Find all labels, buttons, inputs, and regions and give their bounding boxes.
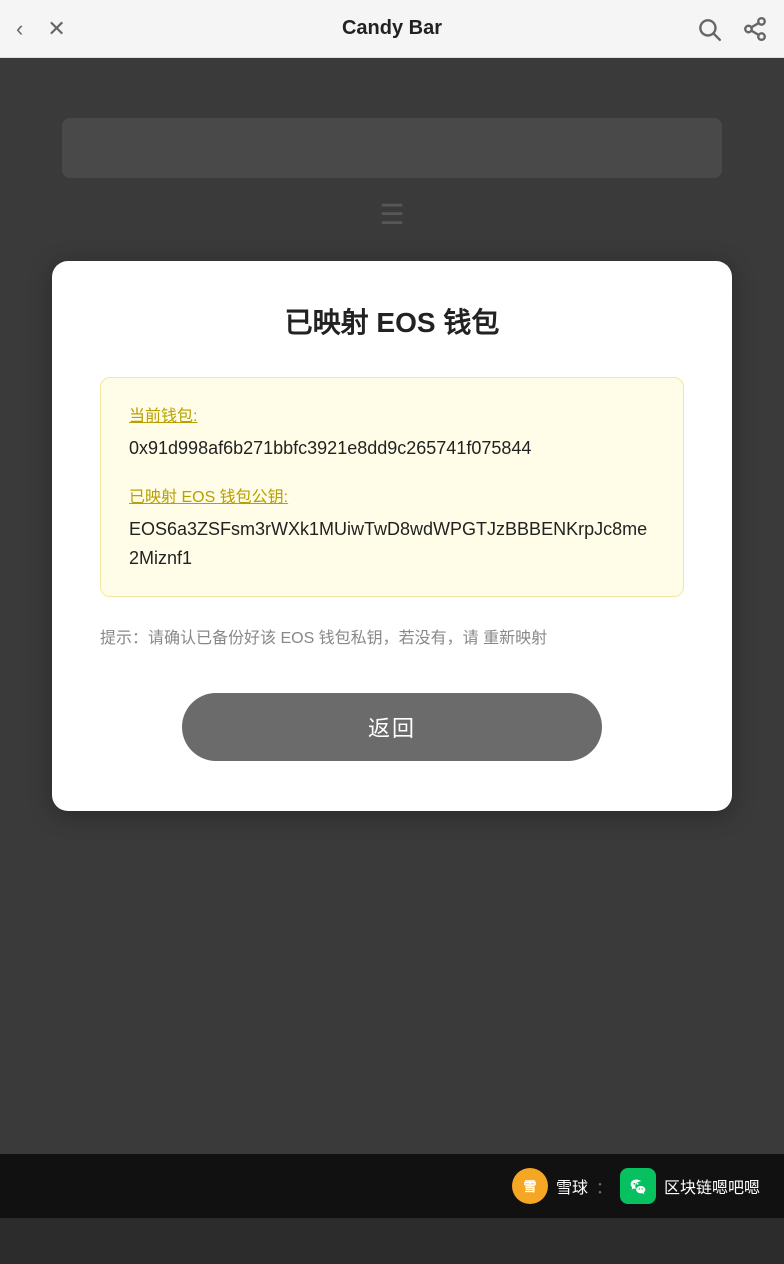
return-button[interactable]: 返回: [182, 693, 602, 761]
main-card: 已映射 EOS 钱包 当前钱包: 0x91d998af6b271bbfc3921…: [52, 261, 732, 811]
dark-background: ☰ 已映射 EOS 钱包 当前钱包: 0x91d998af6b271bbfc39…: [0, 58, 784, 1218]
back-button[interactable]: ‹: [16, 16, 23, 42]
card-title: 已映射 EOS 钱包: [100, 301, 684, 341]
watermark-channel: 区块链嗯吧嗯: [664, 1174, 760, 1198]
xueqiu-icon: 雪: [512, 1168, 548, 1204]
bg-logo: ☰: [379, 198, 404, 231]
close-button[interactable]: ✕: [47, 16, 65, 42]
page-title: Candy Bar: [342, 17, 442, 40]
share-icon[interactable]: [742, 16, 768, 42]
watermark-bar: 雪 雪球 ： 区块链嗯吧嗯: [0, 1154, 784, 1218]
search-icon[interactable]: [696, 16, 722, 42]
nav-left-controls: ‹ ✕: [16, 16, 66, 42]
nav-right-controls: [696, 16, 768, 42]
wechat-icon: [620, 1168, 656, 1204]
info-box: 当前钱包: 0x91d998af6b271bbfc3921e8dd9c26574…: [100, 377, 684, 597]
bg-blur-element-1: [62, 118, 722, 178]
hint-text: 提示：请确认已备份好该 EOS 钱包私钥，若没有，请 重新映射: [100, 625, 684, 652]
eos-value: EOS6a3ZSFsm3rWXk1MUiwTwD8wdWPGTJzBBBENKr…: [129, 515, 655, 573]
eos-label: 已映射 EOS 钱包公钥:: [129, 483, 655, 507]
watermark-divider: ：: [596, 1174, 612, 1198]
nav-bar: ‹ ✕ Candy Bar: [0, 0, 784, 58]
svg-text:雪: 雪: [523, 1179, 536, 1194]
wallet-label: 当前钱包:: [129, 402, 655, 426]
wallet-value: 0x91d998af6b271bbfc3921e8dd9c265741f0758…: [129, 434, 655, 463]
watermark-site: 雪球: [556, 1174, 588, 1198]
